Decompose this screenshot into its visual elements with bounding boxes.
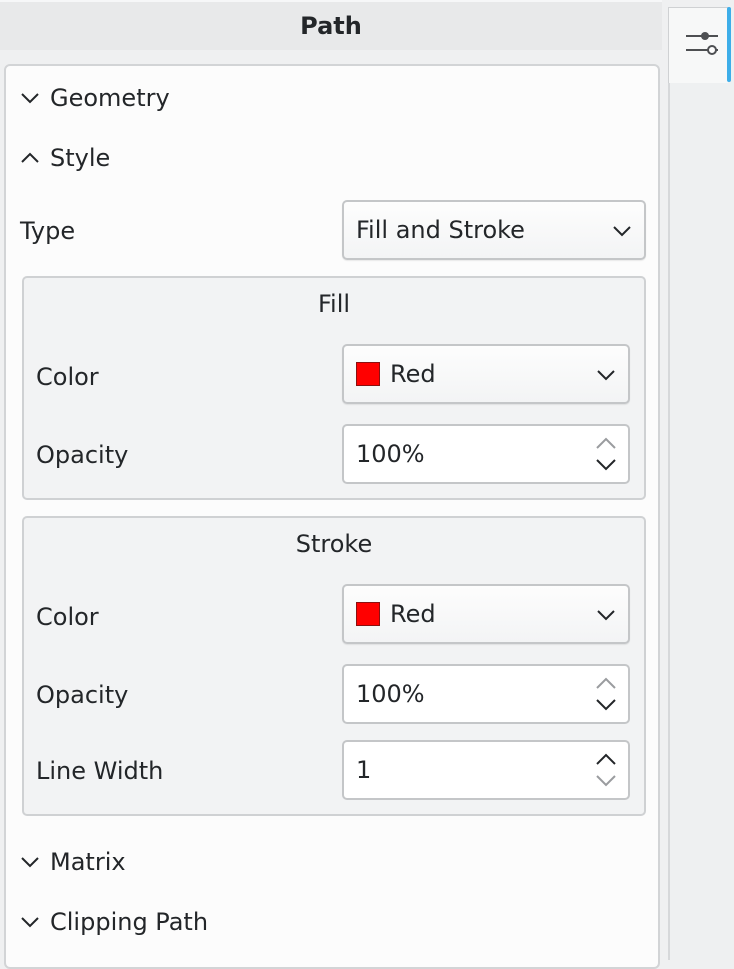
stroke-opacity-label: Opacity bbox=[36, 681, 129, 709]
chevron-down-icon bbox=[21, 857, 39, 868]
chevron-down-icon bbox=[21, 917, 39, 928]
section-matrix-label: Matrix bbox=[50, 848, 126, 876]
chevron-down-icon bbox=[597, 370, 615, 381]
fill-opacity-label: Opacity bbox=[36, 441, 129, 469]
spin-up-icon[interactable] bbox=[594, 434, 618, 454]
stroke-width-value: 1 bbox=[356, 756, 372, 784]
panel-title: Path bbox=[300, 12, 362, 40]
section-clipping-path-label: Clipping Path bbox=[50, 908, 209, 936]
fill-color-label: Color bbox=[36, 363, 99, 391]
chevron-down-icon bbox=[21, 93, 39, 104]
sliders-icon bbox=[686, 32, 718, 55]
side-dock-divider bbox=[668, 83, 670, 960]
stroke-opacity-spinbox[interactable]: 100% bbox=[342, 664, 630, 724]
stroke-color-label: Color bbox=[36, 603, 99, 631]
type-label: Type bbox=[20, 217, 76, 245]
properties-panel: Geometry Style Type Fill and Stroke Fill… bbox=[4, 64, 660, 969]
spin-up-icon[interactable] bbox=[594, 750, 618, 770]
properties-side-tab[interactable] bbox=[668, 7, 731, 83]
type-dropdown[interactable]: Fill and Stroke bbox=[342, 200, 646, 260]
side-dock bbox=[670, 83, 734, 960]
active-tab-indicator bbox=[727, 7, 731, 82]
fill-color-value: Red bbox=[390, 360, 436, 388]
section-geometry-label: Geometry bbox=[50, 84, 170, 112]
stroke-color-dropdown[interactable]: Red bbox=[342, 584, 630, 644]
section-style-label: Style bbox=[50, 144, 111, 172]
section-clipping-path[interactable]: Clipping Path bbox=[20, 902, 208, 942]
stroke-width-spinbox[interactable]: 1 bbox=[342, 740, 630, 800]
fill-group: Fill Color Red Opacity 100% bbox=[22, 276, 646, 500]
spin-down-icon[interactable] bbox=[594, 770, 618, 790]
chevron-down-icon bbox=[597, 610, 615, 621]
fill-color-swatch bbox=[356, 362, 380, 386]
stroke-color-swatch bbox=[356, 602, 380, 626]
spin-down-icon[interactable] bbox=[594, 454, 618, 474]
stroke-group-title: Stroke bbox=[295, 530, 373, 558]
stroke-opacity-value: 100% bbox=[356, 680, 425, 708]
section-style[interactable]: Style bbox=[20, 138, 110, 178]
fill-color-dropdown[interactable]: Red bbox=[342, 344, 630, 404]
spin-down-icon[interactable] bbox=[594, 694, 618, 714]
stroke-group: Stroke Color Red Opacity 100% Line Width bbox=[22, 516, 646, 816]
fill-group-title: Fill bbox=[317, 290, 351, 318]
panel-header: Path bbox=[0, 0, 662, 50]
fill-opacity-value: 100% bbox=[356, 440, 425, 468]
fill-opacity-spinbox[interactable]: 100% bbox=[342, 424, 630, 484]
stroke-color-value: Red bbox=[390, 600, 436, 628]
stroke-width-label: Line Width bbox=[36, 757, 164, 785]
chevron-up-icon bbox=[21, 152, 39, 163]
type-dropdown-value: Fill and Stroke bbox=[356, 216, 525, 244]
section-matrix[interactable]: Matrix bbox=[20, 842, 126, 882]
section-geometry[interactable]: Geometry bbox=[20, 78, 170, 118]
chevron-down-icon bbox=[613, 226, 631, 237]
spin-up-icon[interactable] bbox=[594, 674, 618, 694]
